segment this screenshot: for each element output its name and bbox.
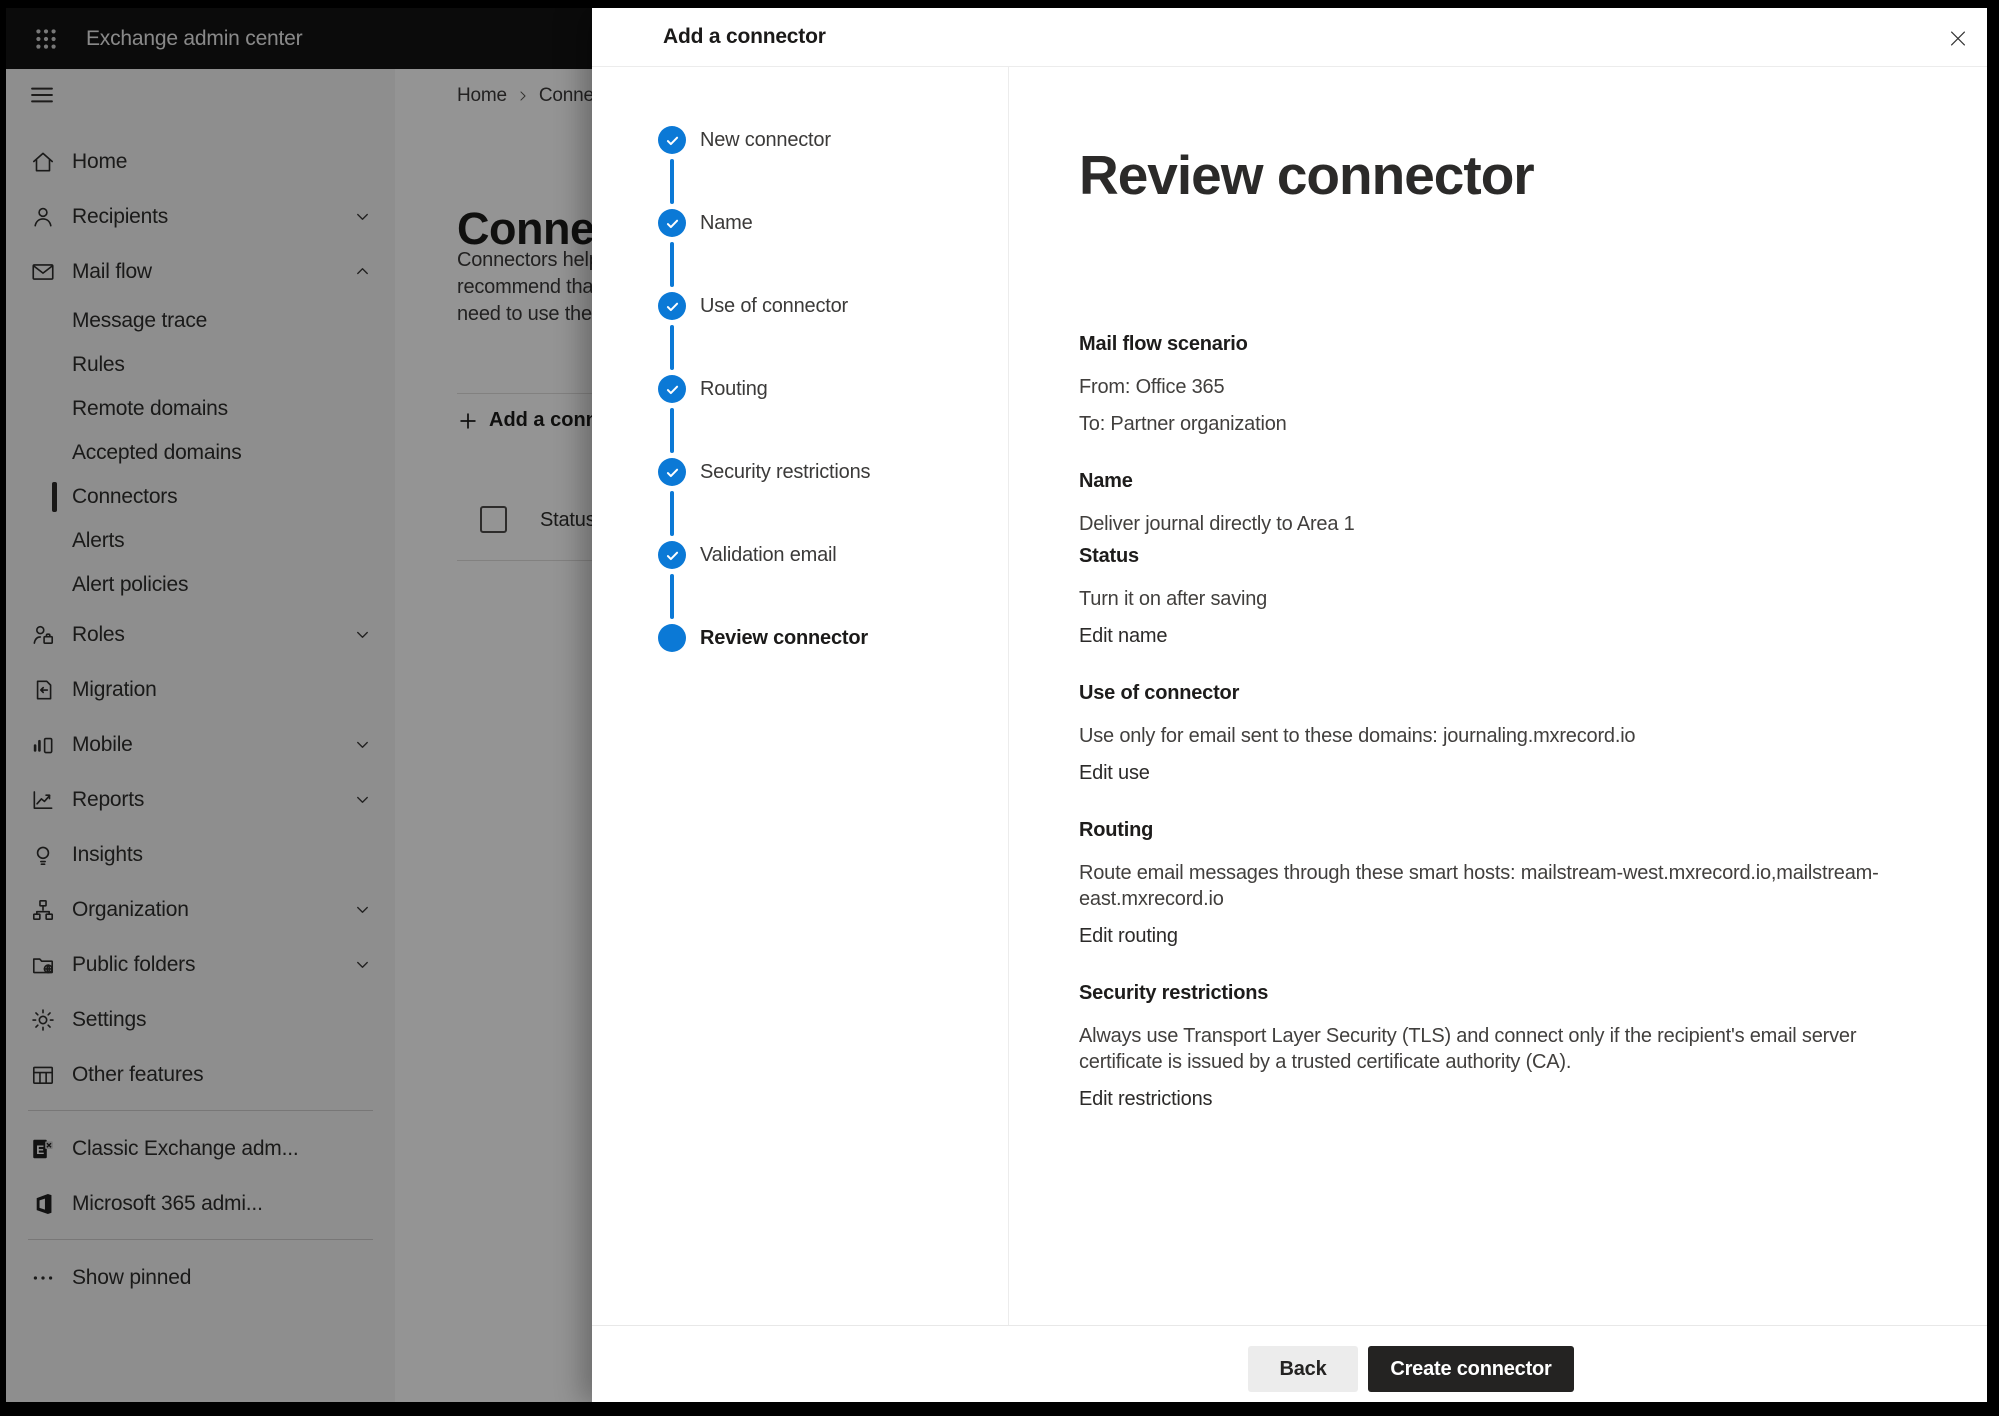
wizard-step-label: New connector <box>700 129 831 151</box>
wizard-step-review-connector[interactable]: Review connector <box>658 624 870 707</box>
wizard-step-label: Review connector <box>700 627 868 649</box>
wizard-header: Add a connector <box>592 8 1987 67</box>
step-complete-icon <box>658 126 686 154</box>
step-complete-icon <box>658 292 686 320</box>
review-pane: Review connector Mail flow scenario From:… <box>1009 67 1987 1325</box>
review-section-value: From: Office 365 <box>1079 374 1889 400</box>
wizard-step-routing[interactable]: Routing <box>658 375 870 458</box>
review-section-heading: Routing <box>1079 817 1927 843</box>
step-complete-icon <box>658 541 686 569</box>
review-section-security-restrictions: Security restrictions Always use Transpor… <box>1079 980 1927 1112</box>
add-connector-wizard: Add a connector New connector Name Use of … <box>592 8 1987 1402</box>
edit-restrictions-link[interactable]: Edit restrictions <box>1079 1086 1212 1112</box>
app-window: Exchange admin center HomeRecipientsMail… <box>6 8 1987 1402</box>
review-section-value: Deliver journal directly to Area 1 <box>1079 511 1889 537</box>
review-section-use-of-connector: Use of connector Use only for email sent … <box>1079 680 1927 786</box>
review-title: Review connector <box>1079 143 1927 207</box>
wizard-step-label: Routing <box>700 378 768 400</box>
wizard-step-use-of-connector[interactable]: Use of connector <box>658 292 870 375</box>
review-section-name: Name Deliver journal directly to Area 1 <box>1079 468 1927 537</box>
step-current-icon <box>658 624 686 652</box>
back-button[interactable]: Back <box>1248 1346 1358 1392</box>
step-complete-icon <box>658 375 686 403</box>
review-section-heading: Security restrictions <box>1079 980 1927 1006</box>
edit-routing-link[interactable]: Edit routing <box>1079 923 1178 949</box>
wizard-title: Add a connector <box>663 25 826 49</box>
review-section-value: Use only for email sent to these domains… <box>1079 723 1889 749</box>
wizard-step-label: Security restrictions <box>700 461 870 483</box>
wizard-step-new-connector[interactable]: New connector <box>658 126 870 209</box>
step-complete-icon <box>658 209 686 237</box>
wizard-step-security-restrictions[interactable]: Security restrictions <box>658 458 870 541</box>
step-complete-icon <box>658 458 686 486</box>
wizard-step-label: Use of connector <box>700 295 848 317</box>
review-section-value: Always use Transport Layer Security (TLS… <box>1079 1023 1889 1075</box>
review-section-value: Turn it on after saving <box>1079 586 1889 612</box>
review-section-heading: Use of connector <box>1079 680 1927 706</box>
wizard-step-label: Validation email <box>700 544 837 566</box>
review-section-heading: Mail flow scenario <box>1079 331 1927 357</box>
review-section-heading: Status <box>1079 543 1927 569</box>
edit-name-link[interactable]: Edit name <box>1079 623 1167 649</box>
wizard-step-name[interactable]: Name <box>658 209 870 292</box>
create-connector-button[interactable]: Create connector <box>1368 1346 1574 1392</box>
review-section-status: Status Turn it on after saving Edit name <box>1079 543 1927 649</box>
review-section-value: Route email messages through these smart… <box>1079 860 1889 912</box>
wizard-footer: Back Create connector <box>592 1325 1987 1402</box>
wizard-step-validation-email[interactable]: Validation email <box>658 541 870 624</box>
review-section-mail-flow-scenario: Mail flow scenario From: Office 365 To: Pa… <box>1079 331 1927 437</box>
review-section-value: To: Partner organization <box>1079 411 1889 437</box>
review-section-heading: Name <box>1079 468 1927 494</box>
wizard-stepper: New connector Name Use of connector Routing… <box>658 126 870 707</box>
edit-use-link[interactable]: Edit use <box>1079 760 1150 786</box>
review-section-routing: Routing Route email messages through thes… <box>1079 817 1927 949</box>
close-icon[interactable] <box>1941 21 1975 55</box>
wizard-step-label: Name <box>700 212 753 234</box>
